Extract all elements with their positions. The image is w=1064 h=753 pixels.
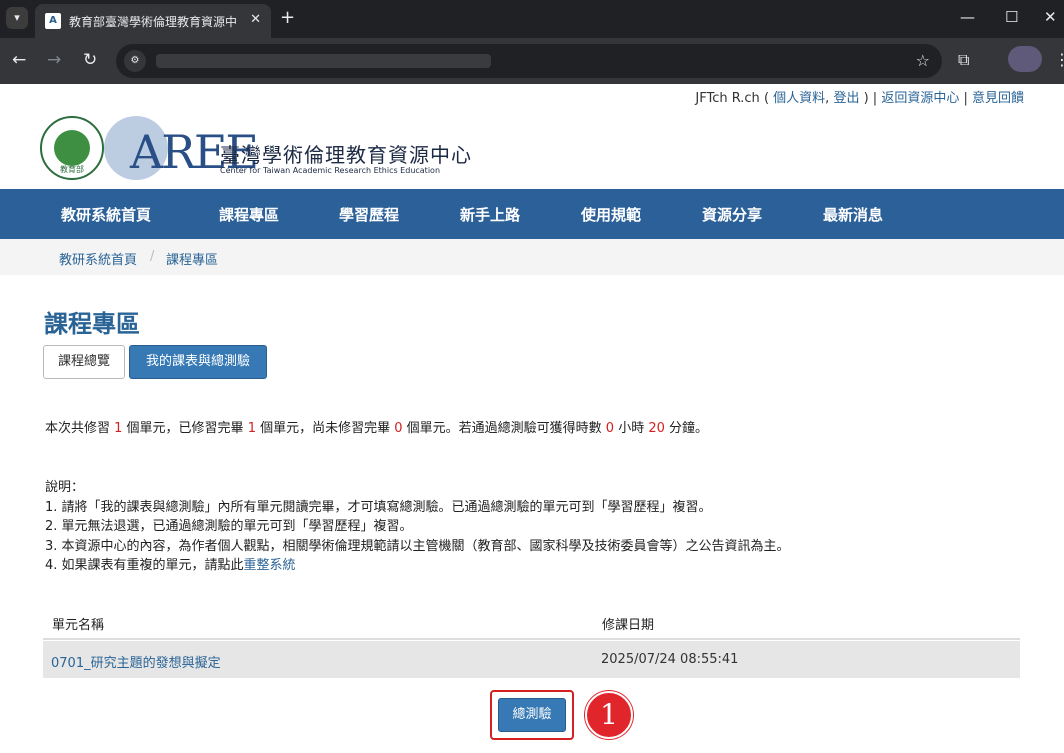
- minutes-count: 20: [648, 421, 665, 436]
- table-row: 0701_研究主題的發想與擬定 2025/07/24 08:55:41: [43, 641, 1020, 678]
- breadcrumb-separator: /: [150, 249, 155, 264]
- nav-item-learning-history[interactable]: 學習歷程: [339, 204, 399, 225]
- site-favicon-icon: A: [45, 13, 61, 29]
- column-header-unit: 單元名稱: [52, 618, 105, 633]
- tab-my-schedule-and-exam[interactable]: 我的課表與總測驗: [129, 345, 267, 379]
- seedling-icon: [54, 130, 90, 166]
- site-title: 臺灣學術倫理教育資源中心: [220, 143, 472, 167]
- step-number-badge: 1: [585, 691, 633, 739]
- site-settings-icon[interactable]: ⚙: [124, 50, 146, 72]
- unit-name-link[interactable]: 0701_研究主題的發想與擬定: [51, 652, 221, 671]
- forward-arrow-icon[interactable]: →: [47, 50, 61, 70]
- user-name: JFTch R.ch: [695, 91, 760, 106]
- course-date: 2025/07/24 08:55:41: [601, 652, 739, 667]
- tab-close-icon[interactable]: ✕: [250, 12, 261, 27]
- main-nav: 教研系統首頁 課程專區 學習歷程 新手上路 使用規範 資源分享 最新消息: [0, 189, 1064, 239]
- address-bar[interactable]: ⚙ ☆: [116, 44, 942, 78]
- window-close-button[interactable]: ✕: [1044, 8, 1057, 26]
- maximize-button[interactable]: ☐: [1005, 8, 1018, 26]
- instruction-line-4: 4. 如果課表有重複的單元，請點此重整系統: [45, 558, 296, 574]
- logout-link[interactable]: 登出: [833, 91, 859, 106]
- bookmark-star-icon[interactable]: ☆: [916, 51, 930, 70]
- browser-menu-icon[interactable]: ⋮: [1054, 50, 1064, 69]
- instruction-line-1: 1. 請將「我的課表與總測驗」內所有單元閱讀完畢，才可填寫總測驗。已通過總測驗的…: [45, 499, 712, 515]
- extensions-icon[interactable]: ⧉: [958, 50, 969, 70]
- remaining-units-count: 0: [394, 421, 403, 436]
- tab-search-icon[interactable]: ▾: [6, 7, 28, 29]
- back-to-center-link[interactable]: 返回資源中心: [881, 91, 959, 106]
- browser-toolbar: ← → ↻ ⚙ ☆: [0, 38, 1064, 84]
- completed-units-count: 1: [247, 421, 256, 436]
- profile-link[interactable]: 個人資料: [773, 91, 825, 106]
- tab-title: 教育部臺灣學術倫理教育資源中: [69, 15, 238, 29]
- back-arrow-icon[interactable]: ←: [12, 50, 26, 70]
- nav-item-news[interactable]: 最新消息: [823, 204, 883, 225]
- instruction-line-2: 2. 單元無法退選，已通過總測驗的單元可到「學習歷程」複習。: [45, 519, 413, 535]
- minimize-button[interactable]: —: [960, 8, 975, 26]
- ministry-of-education-logo: 教育部: [40, 116, 104, 180]
- breadcrumb-home[interactable]: 教研系統首頁: [59, 249, 137, 268]
- breadcrumb-current[interactable]: 課程專區: [166, 249, 218, 268]
- final-exam-button[interactable]: 總測驗: [498, 698, 566, 732]
- nav-item-home[interactable]: 教研系統首頁: [61, 204, 151, 225]
- breadcrumb: 教研系統首頁 / 課程專區: [0, 239, 1064, 275]
- nav-item-courses[interactable]: 課程專區: [219, 204, 279, 225]
- page-title: 課程專區: [44, 310, 140, 338]
- tab-course-overview[interactable]: 課程總覽: [43, 345, 125, 379]
- nav-item-getting-started[interactable]: 新手上路: [460, 204, 520, 225]
- nav-item-usage-rules[interactable]: 使用規範: [581, 204, 641, 225]
- url-text-redacted: [156, 54, 491, 68]
- profile-avatar[interactable]: [1008, 46, 1042, 72]
- browser-tab[interactable]: A 教育部臺灣學術倫理教育資源中 ✕: [35, 4, 271, 38]
- nav-item-resource-sharing[interactable]: 資源分享: [702, 204, 762, 225]
- browser-tab-strip: ▾ A 教育部臺灣學術倫理教育資源中 ✕ + — ☐ ✕: [0, 0, 1064, 38]
- course-summary: 本次共修習 1 個單元，已修習完畢 1 個單元，尚未修習完畢 0 個單元。若通過…: [45, 421, 709, 436]
- new-tab-button[interactable]: +: [280, 7, 295, 28]
- site-subtitle: Center for Taiwan Academic Research Ethi…: [220, 166, 441, 175]
- user-bar: JFTch R.ch ( 個人資料, 登出 ) | 返回資源中心 | 意見回饋: [695, 91, 1024, 106]
- hours-count: 0: [605, 421, 615, 436]
- instruction-line-3: 3. 本資源中心的內容，為作者個人觀點，相關學術倫理規範請以主管機關（教育部、國…: [45, 538, 790, 554]
- table-header: 單元名稱 修課日期: [43, 604, 1020, 640]
- reload-icon[interactable]: ↻: [83, 50, 97, 70]
- instructions-heading: 說明：: [45, 480, 85, 495]
- column-header-date: 修課日期: [602, 618, 655, 633]
- reset-system-link[interactable]: 重整系統: [244, 558, 296, 573]
- instructions: 說明： 1. 請將「我的課表與總測驗」內所有單元閱讀完畢，才可填寫總測驗。已通過…: [45, 478, 790, 576]
- feedback-link[interactable]: 意見回饋: [972, 91, 1024, 106]
